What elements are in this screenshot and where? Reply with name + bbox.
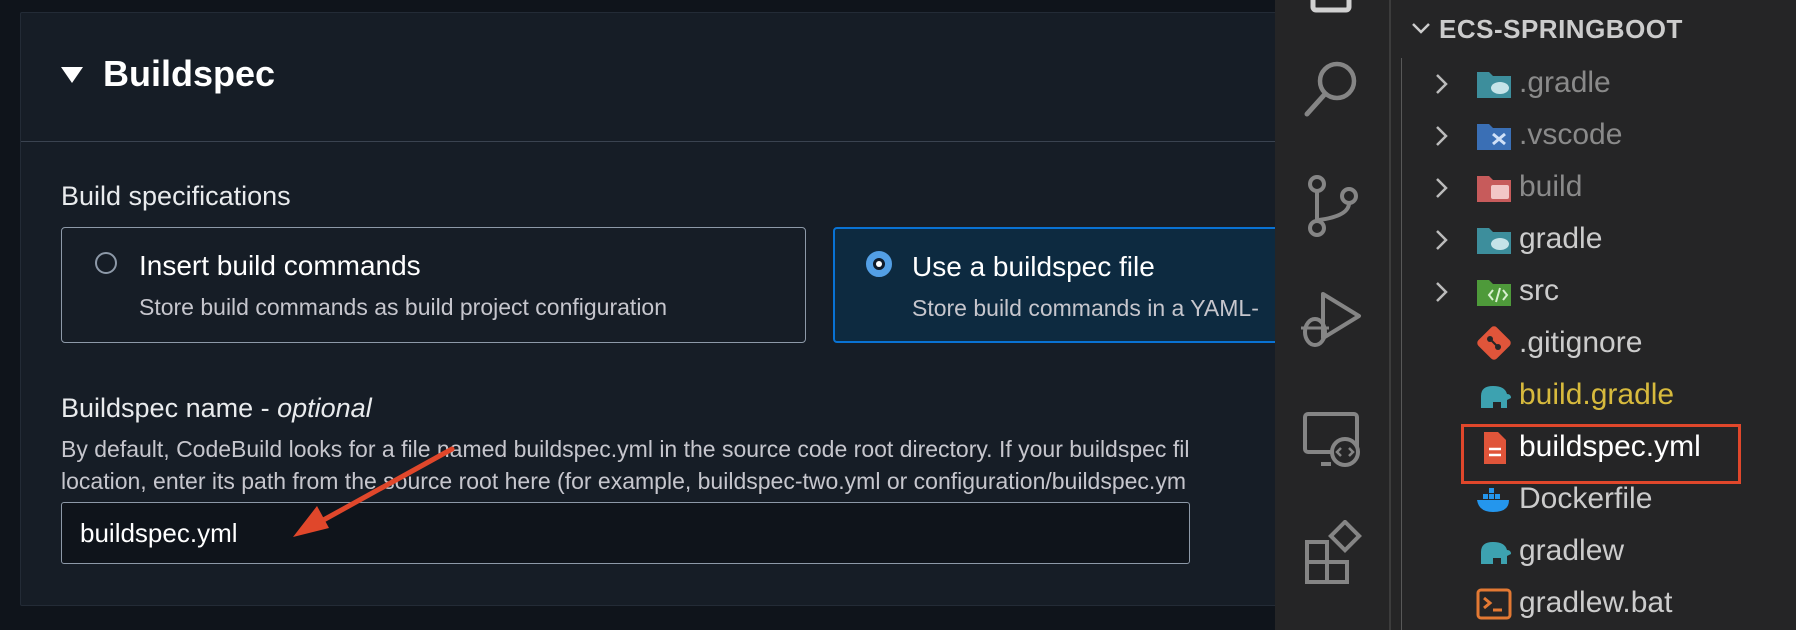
buildspec-panel: Buildspec Build specifications Insert bu… — [20, 12, 1302, 606]
file-name: gradlew — [1519, 534, 1625, 567]
files-icon[interactable] — [1297, 0, 1367, 26]
file-name: build.gradle — [1519, 378, 1675, 411]
option-use-buildspec-file[interactable]: Use a buildspec file Store build command… — [833, 227, 1301, 343]
option-title: Insert build commands — [139, 250, 421, 281]
gradle-folder-icon — [1477, 228, 1511, 254]
chevron-down-icon — [1412, 23, 1430, 34]
tree-item-gradle[interactable]: gradle — [1391, 214, 1796, 266]
tree-item-build[interactable]: build — [1391, 162, 1796, 214]
file-name: .vscode — [1519, 118, 1623, 151]
tree-item-src[interactable]: src — [1391, 266, 1796, 318]
chevron-right-icon — [1436, 74, 1448, 94]
file-name: gradle — [1519, 222, 1603, 255]
explorer-sidebar: ECS-SPRINGBOOT .gradle .vscode build gra… — [1391, 0, 1796, 630]
section-header[interactable]: Buildspec — [21, 13, 1301, 142]
vscode-window: ECS-SPRINGBOOT .gradle .vscode build gra… — [1275, 0, 1796, 630]
buildspec-name-label-text: Buildspec name - — [61, 393, 278, 423]
chevron-right-icon — [1436, 126, 1448, 146]
section-title: Buildspec — [103, 53, 276, 94]
source-control-icon[interactable] — [1297, 170, 1367, 240]
radio-use-buildspec-file[interactable] — [866, 251, 892, 277]
buildspec-help-text: By default, CodeBuild looks for a file n… — [61, 433, 1189, 497]
tree-item-gradle-cache[interactable]: .gradle — [1391, 58, 1796, 110]
tree-item-vscode[interactable]: .vscode — [1391, 110, 1796, 162]
chevron-right-icon — [1436, 230, 1448, 250]
build-folder-icon — [1477, 176, 1511, 202]
gradle-elephant-icon — [1481, 542, 1511, 564]
chevron-right-icon — [1436, 178, 1448, 198]
buildspec-highlight-box — [1461, 424, 1741, 484]
file-name: .gradle — [1519, 66, 1611, 99]
search-icon[interactable] — [1297, 54, 1367, 124]
run-debug-icon[interactable] — [1297, 286, 1367, 356]
file-name: gradlew.bat — [1519, 586, 1673, 619]
optional-label: optional — [277, 393, 372, 423]
chevron-right-icon — [1436, 282, 1448, 302]
help-line: By default, CodeBuild looks for a file n… — [61, 436, 1190, 462]
build-spec-label: Build specifications — [61, 181, 291, 211]
activity-bar — [1275, 0, 1391, 630]
remote-explorer-icon[interactable] — [1297, 404, 1367, 474]
gradle-folder-icon — [1477, 72, 1511, 98]
project-name: ECS-SPRINGBOOT — [1439, 14, 1683, 44]
buildspec-name-label: Buildspec name - optional — [61, 393, 372, 424]
tree-item-gitignore[interactable]: .gitignore — [1391, 318, 1796, 370]
tree-item-build-gradle[interactable]: build.gradle — [1391, 370, 1796, 422]
terminal-icon — [1476, 588, 1512, 620]
git-icon — [1477, 326, 1511, 360]
src-folder-icon — [1477, 280, 1511, 306]
file-name: build — [1519, 170, 1583, 203]
option-insert-build-commands[interactable]: Insert build commands Store build comman… — [61, 227, 806, 343]
help-line: location, enter its path from the source… — [61, 468, 1186, 494]
docker-icon — [1477, 488, 1509, 512]
project-header[interactable]: ECS-SPRINGBOOT — [1391, 0, 1796, 58]
extensions-icon[interactable] — [1297, 520, 1367, 590]
file-name: src — [1519, 274, 1559, 307]
gradle-elephant-icon — [1481, 386, 1511, 408]
option-description: Store build commands as build project co… — [139, 294, 668, 320]
tree-item-gradlew-bat[interactable]: gradlew.bat — [1391, 578, 1796, 630]
vscode-folder-icon — [1477, 124, 1511, 150]
option-title: Use a buildspec file — [912, 251, 1155, 282]
tree-item-gradlew[interactable]: gradlew — [1391, 526, 1796, 578]
option-description: Store build commands in a YAML- — [912, 295, 1259, 321]
file-name: .gitignore — [1519, 326, 1643, 359]
buildspec-name-input[interactable] — [61, 502, 1190, 564]
caret-down-icon[interactable] — [61, 67, 83, 83]
file-name: Dockerfile — [1519, 482, 1653, 515]
radio-insert-build-commands[interactable] — [95, 252, 117, 274]
